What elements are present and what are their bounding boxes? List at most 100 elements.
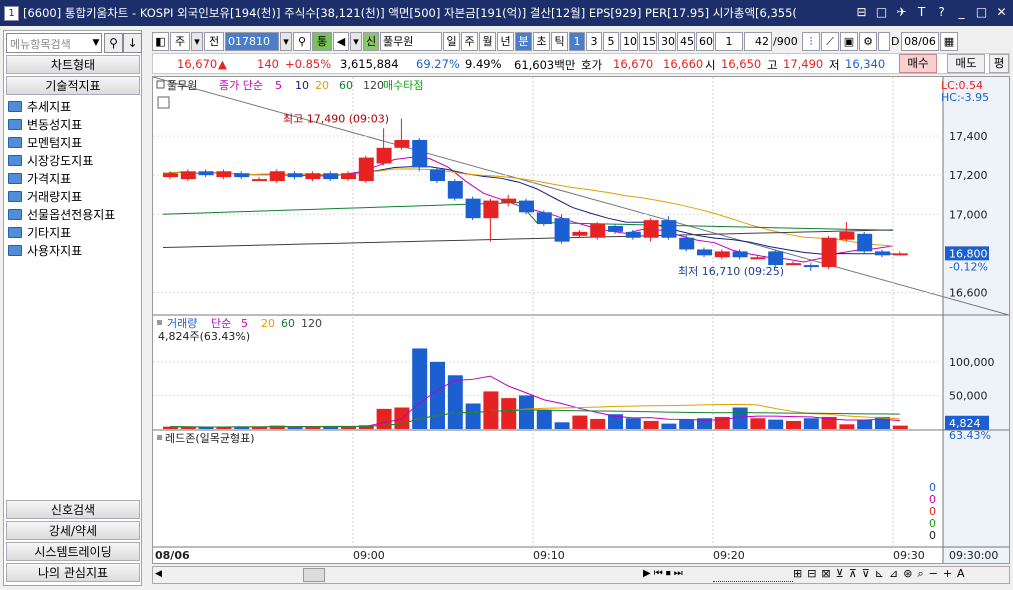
playback-controls[interactable]: ▶⏮⏹⏭ xyxy=(643,568,686,579)
indicator-category-item[interactable]: 가격지표 xyxy=(8,169,115,187)
help-icon[interactable]: ? xyxy=(934,5,949,20)
candle-body xyxy=(163,173,178,178)
folder-icon xyxy=(8,154,22,166)
low-price: 16,340 xyxy=(845,57,886,71)
period-button[interactable]: 초 xyxy=(533,31,550,51)
sell-button[interactable]: 매도 xyxy=(947,54,985,73)
tech-indicator-header[interactable]: 기술적지표 xyxy=(6,76,140,95)
folder-icon xyxy=(8,100,22,112)
interval-select[interactable]: 1 xyxy=(715,31,743,51)
interval-button[interactable]: 3 xyxy=(586,31,602,51)
chart-type-header[interactable]: 차트형태 xyxy=(6,55,140,74)
interval-button[interactable]: 60 xyxy=(696,31,714,51)
volume-legend-name: 거래량 xyxy=(167,317,197,330)
search-icon[interactable]: ⚲ xyxy=(293,31,311,51)
period-type-select[interactable]: 주 xyxy=(170,31,190,51)
signal-search-header[interactable]: 신호검색 xyxy=(6,500,140,519)
font-icon[interactable]: T xyxy=(914,5,929,20)
calendar-icon[interactable]: ▦ xyxy=(940,31,958,51)
period-button[interactable]: 일 xyxy=(443,31,460,51)
interval-button[interactable]: 10 xyxy=(620,31,638,51)
system-trading-header[interactable]: 시스템트레이딩 xyxy=(6,542,140,561)
date-checkbox[interactable] xyxy=(878,31,890,51)
period-button[interactable]: 년 xyxy=(497,31,514,51)
date-input[interactable]: 08/06 xyxy=(901,31,939,51)
chart-svg: 17,400 17,200 17,000 16,600 100,000 50,000 풀무원… xyxy=(152,76,1010,563)
volume-bar xyxy=(661,423,677,429)
buy-button[interactable]: 매수 xyxy=(899,54,937,73)
volume-bar xyxy=(857,419,873,429)
hc-label: HC:-3.95 xyxy=(941,91,989,104)
folder-icon xyxy=(8,172,22,184)
speed-slider[interactable] xyxy=(713,568,793,582)
tool-icons[interactable]: ⊞⊟⊠⊻⊼⊽⊾⊿⊛⌕−+A xyxy=(793,567,970,581)
strength-header[interactable]: 강세/약세 xyxy=(6,521,140,540)
indicator-category-item[interactable]: 변동성지표 xyxy=(8,115,115,133)
interval-button[interactable]: 30 xyxy=(658,31,676,51)
scroll-thumb[interactable] xyxy=(303,568,325,582)
link-icon[interactable]: ⊟ xyxy=(854,5,869,20)
search-icon[interactable]: ⚲ xyxy=(104,33,123,53)
layout-icon[interactable]: ◧ xyxy=(152,31,169,51)
folder-icon xyxy=(8,190,22,202)
indicator-category-item[interactable]: 선물옵션전용지표 xyxy=(8,205,115,223)
volume-ma-period-label: 120 xyxy=(301,317,322,330)
close-icon[interactable]: ✕ xyxy=(994,5,1009,20)
price-axis-background xyxy=(943,77,1009,563)
download-icon[interactable]: ↓ xyxy=(123,33,142,53)
save-icon[interactable]: ▣ xyxy=(840,31,858,51)
horizontal-scrollbar[interactable]: ◀ ▶⏮⏹⏭ ⊞⊟⊠⊻⊼⊽⊾⊿⊛⌕−+A xyxy=(152,566,1010,584)
ma-period-label: 20 xyxy=(315,79,329,92)
settings-icon[interactable]: ⚙ xyxy=(859,31,877,51)
indicator-category-item[interactable]: 모멘텀지표 xyxy=(8,133,115,151)
period-button[interactable]: 분 xyxy=(515,31,532,51)
interval-button[interactable]: 5 xyxy=(603,31,619,51)
indicator-category-item[interactable]: 거래량지표 xyxy=(8,187,115,205)
interval-button[interactable]: 45 xyxy=(677,31,695,51)
interval-button[interactable]: 15 xyxy=(639,31,657,51)
turnover: 9.49% xyxy=(465,57,502,71)
speaker-dropdown-icon[interactable]: ▾ xyxy=(350,31,362,51)
indicator-category-item[interactable]: 시장강도지표 xyxy=(8,151,115,169)
window-number: 1 xyxy=(4,5,19,21)
restore-icon[interactable]: □ xyxy=(874,5,889,20)
eval-button[interactable]: 평 xyxy=(989,54,1009,73)
menu-search-input[interactable]: 메뉴항목검색 xyxy=(6,33,102,53)
ma-period-label: 10 xyxy=(295,79,309,92)
minimize-icon[interactable]: _ xyxy=(954,5,969,20)
maximize-icon[interactable]: □ xyxy=(974,5,989,20)
ma-period-label: 120 xyxy=(363,79,384,92)
candle-body xyxy=(519,200,534,213)
indicator-category-item[interactable]: 사용자지표 xyxy=(8,241,115,259)
period-button[interactable]: 주 xyxy=(461,31,478,51)
candle-body xyxy=(465,198,481,219)
indicator-category-item[interactable]: 기타지표 xyxy=(8,223,115,241)
candle-body xyxy=(803,265,819,268)
period-dropdown-icon[interactable]: ▾ xyxy=(191,31,203,51)
indicator-icon[interactable]: ⫶ xyxy=(802,31,820,51)
candle-body xyxy=(839,231,855,240)
pin-icon[interactable]: ✈ xyxy=(894,5,909,20)
period-button[interactable]: 월 xyxy=(479,31,496,51)
interval-button[interactable]: 1 xyxy=(569,31,585,51)
stock-name-field: 풀무원 xyxy=(380,31,442,51)
high-label: 고 xyxy=(767,58,778,72)
indicator-category-label: 거래량지표 xyxy=(27,189,83,204)
credit-button[interactable]: 신 xyxy=(363,31,379,51)
x-axis-tick: 09:10 xyxy=(533,549,565,562)
scroll-left-icon[interactable]: ◀ xyxy=(155,569,162,579)
period-button[interactable]: 틱 xyxy=(551,31,568,51)
tong-button[interactable]: 통 xyxy=(312,31,332,51)
stock-code-input[interactable]: 017810 xyxy=(225,31,279,51)
candle-body xyxy=(768,251,784,266)
speaker-icon[interactable]: ◀ xyxy=(333,31,349,51)
my-indicators-header[interactable]: 나의 관심지표 xyxy=(6,563,140,582)
search-dropdown-icon[interactable]: ▼ xyxy=(90,34,102,52)
indicator-category-item[interactable]: 추세지표 xyxy=(8,97,115,115)
chart-canvas[interactable]: 17,400 17,200 17,000 16,600 100,000 50,000 풀무원… xyxy=(152,76,1010,564)
code-dropdown-icon[interactable]: ▾ xyxy=(280,31,292,51)
all-button[interactable]: 전 xyxy=(204,31,224,51)
line-tool-icon[interactable]: ⟋ xyxy=(821,31,839,51)
volume-ma-period-label: 60 xyxy=(281,317,295,330)
count-input[interactable]: 42 xyxy=(744,31,772,51)
